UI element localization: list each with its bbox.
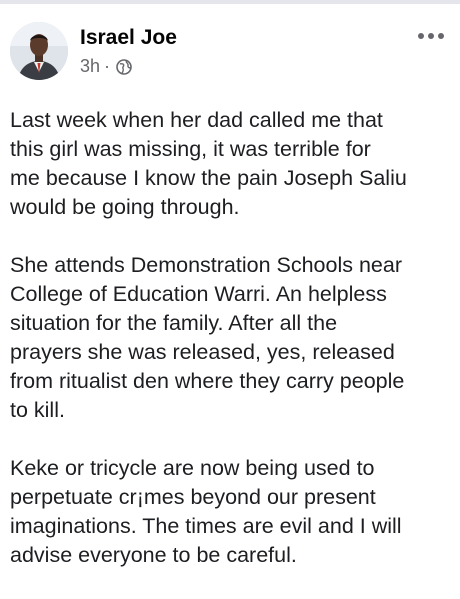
post-header: Israel Joe 3h · (10, 22, 450, 84)
meta-separator: · (104, 56, 111, 76)
post-meta: 3h · (80, 56, 132, 77)
more-options-icon[interactable] (414, 26, 448, 46)
author-name[interactable]: Israel Joe (80, 26, 177, 50)
globe-icon (116, 58, 132, 75)
post-paragraph: Keke or tricycle are now being used to p… (10, 456, 402, 567)
post-time[interactable]: 3h (80, 56, 100, 77)
top-divider (0, 0, 460, 4)
post-paragraph: She attends Demonstration Schools near C… (10, 253, 405, 422)
post-paragraph: Last week when her dad called me that th… (10, 108, 407, 219)
more-dot (418, 33, 424, 39)
post-body: Last week when her dad called me that th… (10, 106, 455, 599)
avatar-image (10, 22, 68, 80)
more-dot (428, 33, 434, 39)
more-dot (438, 33, 444, 39)
avatar[interactable] (10, 22, 68, 80)
